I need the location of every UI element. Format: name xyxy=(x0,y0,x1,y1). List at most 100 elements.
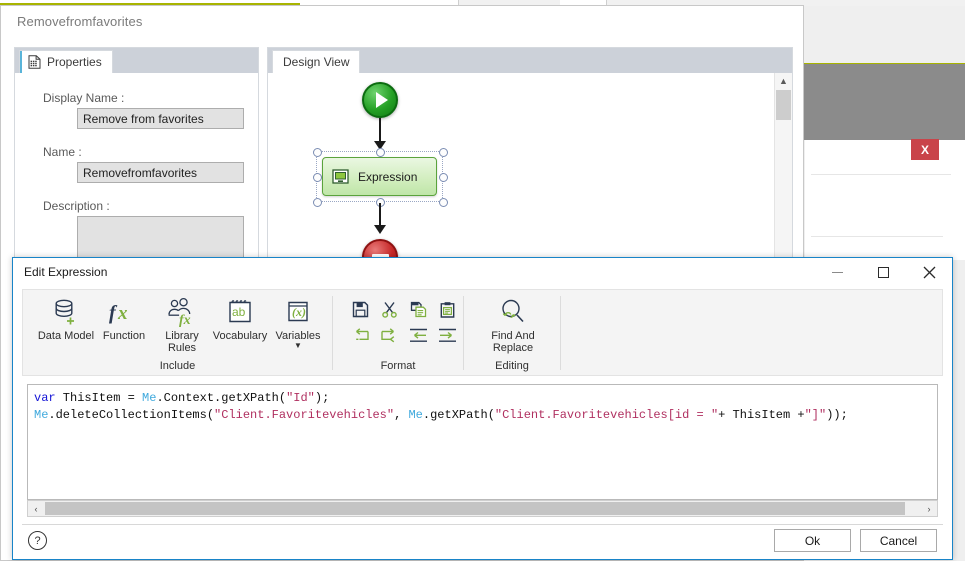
tab-properties[interactable]: Properties xyxy=(19,50,113,73)
expression-code-editor[interactable]: var ThisItem = Me.Context.getXPath("Id")… xyxy=(27,384,938,500)
code-token-concat: + ThisItem + xyxy=(718,408,805,422)
dialog-titlebar[interactable]: Edit Expression xyxy=(13,258,952,286)
code-token-punct: )); xyxy=(826,408,848,422)
outdent-button[interactable] xyxy=(407,326,429,348)
scroll-thumb[interactable] xyxy=(776,90,791,120)
code-line: var ThisItem = Me.Context.getXPath("Id")… xyxy=(34,391,329,405)
card-rule xyxy=(811,236,943,237)
arrowhead-icon xyxy=(374,225,386,234)
code-token-member: .deleteCollectionItems( xyxy=(48,408,215,422)
variables-icon: (x) xyxy=(283,294,313,330)
cancel-button[interactable]: Cancel xyxy=(860,529,937,552)
ribbon-group-format-label: Format xyxy=(380,360,416,372)
code-token-punct: , xyxy=(394,408,409,422)
resize-handle[interactable] xyxy=(313,173,322,182)
expression-node[interactable]: Expression xyxy=(322,157,437,196)
code-token-string: "Id" xyxy=(286,391,315,405)
display-name-label: Display Name : xyxy=(43,91,125,105)
code-line: Me.deleteCollectionItems("Client.Favorit… xyxy=(34,408,848,422)
scroll-thumb[interactable] xyxy=(45,502,905,515)
svg-text:ab: ab xyxy=(232,305,246,319)
background-card xyxy=(805,140,965,260)
minimize-icon xyxy=(831,271,843,273)
close-icon xyxy=(923,266,936,279)
code-token-identifier: ThisItem = xyxy=(55,391,143,405)
ok-button[interactable]: Ok xyxy=(774,529,851,552)
workflow-canvas[interactable]: Expression xyxy=(268,73,775,271)
redo-button[interactable] xyxy=(378,326,400,348)
tab-properties-label: Properties xyxy=(47,55,102,69)
find-replace-label: Find And Replace xyxy=(491,330,535,354)
variables-button[interactable]: (x) Variables ▼ xyxy=(269,294,327,360)
properties-body: Display Name : Remove from favorites Nam… xyxy=(15,73,258,276)
vocabulary-button[interactable]: ab Vocabulary xyxy=(211,294,269,360)
undo-button[interactable] xyxy=(349,326,371,348)
resize-handle[interactable] xyxy=(313,148,322,157)
scroll-left-icon[interactable]: ‹ xyxy=(28,501,44,516)
cut-button[interactable] xyxy=(378,300,400,322)
code-token-member: .getXPath( xyxy=(422,408,495,422)
vocabulary-icon: ab xyxy=(225,294,255,330)
outdent-icon xyxy=(409,328,428,346)
ribbon-group-include: Data Model f x Function fx Library Rules… xyxy=(23,290,332,375)
code-token-member: .Context.getXPath( xyxy=(156,391,287,405)
indent-icon xyxy=(438,328,457,346)
expression-node-group[interactable]: Expression xyxy=(313,148,448,207)
copy-icon xyxy=(410,301,427,321)
find-replace-icon xyxy=(497,294,529,330)
design-vertical-scrollbar[interactable]: ▲ xyxy=(774,73,792,271)
undo-icon xyxy=(351,328,370,346)
redo-icon xyxy=(380,328,399,346)
minimize-button[interactable] xyxy=(814,258,860,286)
resize-handle[interactable] xyxy=(439,148,448,157)
scroll-up-icon[interactable]: ▲ xyxy=(775,73,792,89)
code-token-object: Me xyxy=(142,391,157,405)
library-rules-label: Library Rules xyxy=(165,330,199,354)
display-name-input[interactable]: Remove from favorites xyxy=(77,108,244,129)
ribbon-group-editing-label: Editing xyxy=(495,360,529,372)
name-input[interactable]: Removefromfavorites xyxy=(77,162,244,183)
maximize-button[interactable] xyxy=(860,258,906,286)
dialog-ribbon: Data Model f x Function fx Library Rules… xyxy=(22,289,943,376)
close-button[interactable] xyxy=(906,258,952,286)
play-icon xyxy=(376,92,388,108)
code-horizontal-scrollbar[interactable]: ‹ › xyxy=(27,500,938,517)
database-add-icon xyxy=(51,294,81,330)
chevron-down-icon[interactable]: ▼ xyxy=(294,342,302,350)
properties-panel: Properties Display Name : Remove from fa… xyxy=(14,47,259,276)
ribbon-group-format: Format xyxy=(333,290,463,375)
start-node[interactable] xyxy=(362,82,398,118)
ribbon-group-editing: Find And Replace Editing xyxy=(464,290,560,375)
resize-handle[interactable] xyxy=(439,173,448,182)
code-token-string: "Client.Favoritevehicles[id = " xyxy=(494,408,719,422)
resize-handle[interactable] xyxy=(439,198,448,207)
cut-icon xyxy=(381,301,398,321)
library-rules-button[interactable]: fx Library Rules xyxy=(153,294,211,360)
tab-design-view-label: Design View xyxy=(283,55,350,69)
resize-handle[interactable] xyxy=(376,148,385,157)
svg-text:f: f xyxy=(109,302,118,324)
tab-accent-bar xyxy=(20,51,22,73)
svg-text:fx: fx xyxy=(179,313,191,327)
save-button[interactable] xyxy=(349,300,371,322)
code-token-string: "]" xyxy=(804,408,827,422)
background-close-x-button[interactable]: X xyxy=(911,139,939,160)
find-replace-button[interactable]: Find And Replace xyxy=(483,294,543,360)
data-model-button[interactable]: Data Model xyxy=(37,294,95,360)
resize-handle[interactable] xyxy=(313,198,322,207)
indent-button[interactable] xyxy=(436,326,458,348)
help-icon[interactable]: ? xyxy=(28,531,47,550)
tab-design-view[interactable]: Design View xyxy=(272,50,361,73)
function-button[interactable]: f x Function xyxy=(95,294,153,360)
paste-icon xyxy=(439,301,456,321)
dialog-title: Edit Expression xyxy=(24,265,108,279)
paste-button[interactable] xyxy=(436,300,458,322)
scroll-right-icon[interactable]: › xyxy=(921,501,937,516)
copy-button[interactable] xyxy=(407,300,429,322)
fx-icon: f x xyxy=(107,294,141,330)
function-label: Function xyxy=(102,330,146,342)
code-token-punct: ); xyxy=(314,391,330,405)
name-label: Name : xyxy=(43,145,82,159)
ribbon-group-include-label: Include xyxy=(159,360,196,372)
code-token-string: "Client.Favoritevehicles" xyxy=(214,408,395,422)
